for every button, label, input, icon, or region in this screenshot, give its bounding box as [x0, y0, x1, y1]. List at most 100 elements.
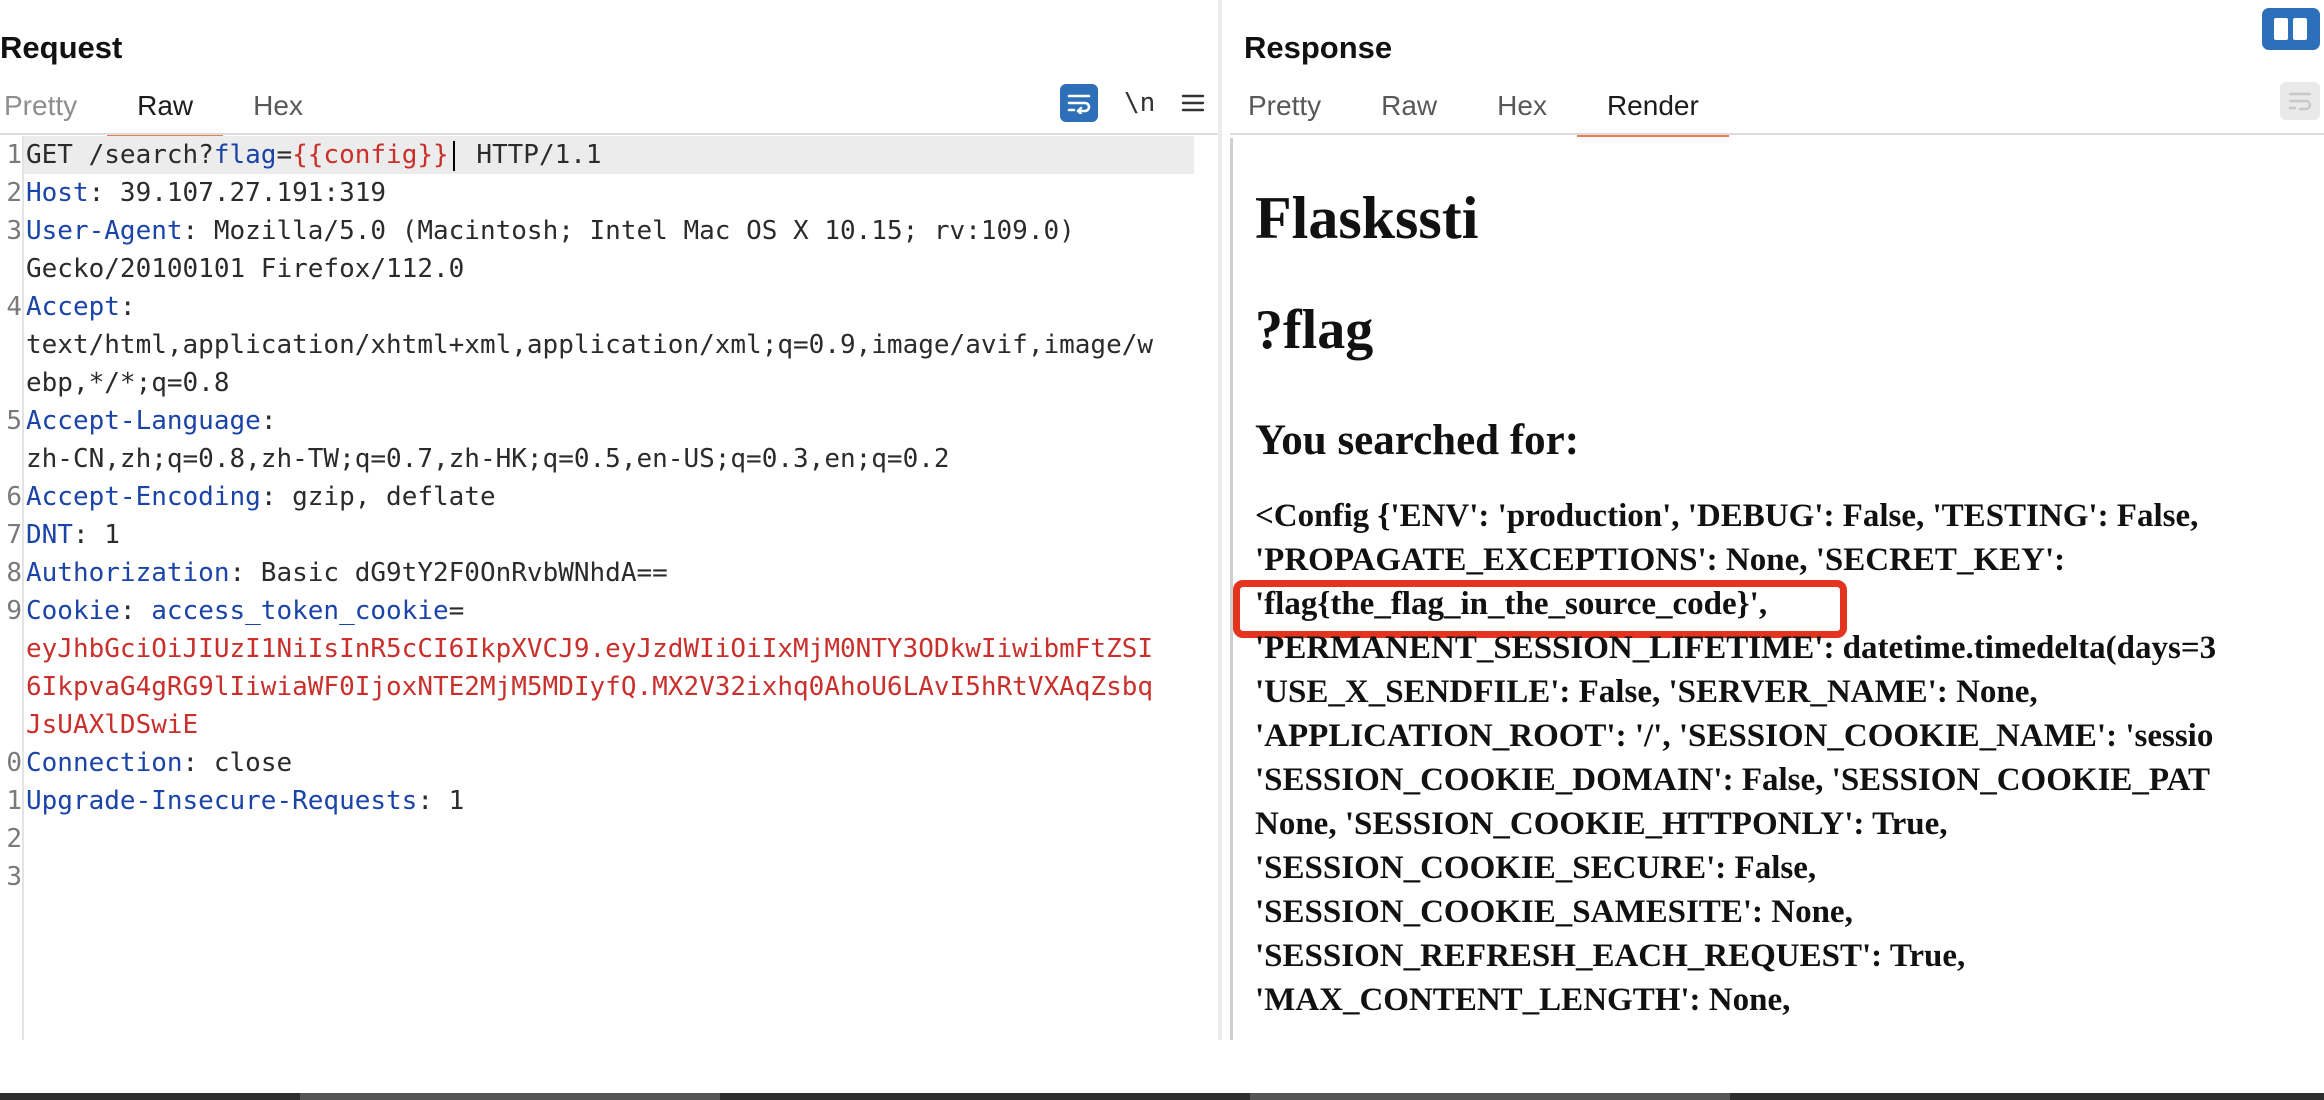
text-wrap-button[interactable]: [1060, 84, 1098, 122]
query-equals: =: [276, 140, 293, 170]
text-wrap-icon: [2288, 92, 2312, 111]
line-number: 7: [6, 520, 22, 550]
code-line: JsUAXlDSwiE: [0, 706, 1218, 744]
response-tab-render[interactable]: Render: [1576, 82, 1729, 137]
request-tab-raw[interactable]: Raw: [107, 82, 224, 137]
cookie-name: access_token_cookie: [151, 596, 449, 626]
code-line: 2: [0, 820, 1218, 858]
code-line: 3: [0, 858, 1218, 896]
header-value: : 39.107.27.191:319: [88, 178, 387, 208]
rendered-heading-2: ?flag: [1255, 299, 1374, 361]
response-tabs-divider: [1230, 133, 2324, 135]
request-tab-pretty[interactable]: Pretty: [0, 82, 107, 134]
line-number: 5: [6, 406, 22, 436]
editor-menu-button[interactable]: [1181, 84, 1205, 122]
header-key: Accept: [26, 292, 120, 322]
code-line: Gecko/20100101 Firefox/112.0: [0, 250, 1218, 288]
header-key: Host: [26, 178, 89, 208]
header-value: : 1: [417, 786, 465, 816]
header-key: Upgrade-Insecure-Requests: [26, 786, 418, 816]
cookie-value: JsUAXlDSwiE: [26, 710, 199, 740]
request-tabs-divider: [0, 133, 1218, 135]
code-line: 4 Accept:: [0, 288, 1218, 326]
rendered-config-line: <Config {'ENV': 'production', 'DEBUG': F…: [1255, 498, 2199, 534]
code-line: 0 Connection: close: [0, 744, 1218, 782]
header-connection: Connection: close: [26, 744, 292, 782]
response-tab-pretty[interactable]: Pretty: [1244, 82, 1351, 134]
rendered-config-line: 'USE_X_SENDFILE': False, 'SERVER_NAME': …: [1255, 674, 2038, 710]
code-line: 6 Accept-Encoding: gzip, deflate: [0, 478, 1218, 516]
rendered-config-line: 'SESSION_COOKIE_DOMAIN': False, 'SESSION…: [1255, 762, 2211, 798]
header-upgrade-insecure: Upgrade-Insecure-Requests: 1: [26, 782, 464, 820]
header-accept-language: Accept-Language:: [26, 402, 276, 440]
code-line: 5 Accept-Language:: [0, 402, 1218, 440]
header-value: : 1: [72, 520, 120, 550]
header-value: : Mozilla/5.0 (Macintosh; Intel Mac OS X…: [182, 216, 1075, 246]
request-tab-hex[interactable]: Hex: [223, 82, 333, 134]
code-line: eyJhbGciOiJIUzI1NiIsInR5cCI6IkpXVCJ9.eyJ…: [0, 630, 1218, 668]
header-value-wrap: zh-CN,zh;q=0.8,zh-TW;q=0.7,zh-HK;q=0.5,e…: [26, 444, 950, 474]
response-tabs: Pretty Raw Hex Render: [1244, 82, 1729, 137]
cookie-value: eyJhbGciOiJIUzI1NiIsInR5cCI6IkpXVCJ9.eyJ…: [26, 634, 1154, 664]
http-version: HTTP/1.1: [460, 140, 602, 170]
header-key: Cookie: [26, 596, 120, 626]
response-tab-raw[interactable]: Raw: [1351, 82, 1467, 134]
rendered-config-line: 'MAX_CONTENT_LENGTH': None,: [1255, 982, 1791, 1018]
rendered-config-line: 'SESSION_COOKIE_SAMESITE': None,: [1255, 894, 1853, 930]
text-wrap-icon: [1067, 94, 1091, 114]
header-cookie: Cookie: access_token_cookie=: [26, 592, 464, 630]
header-value: : Basic dG9tY2F0OnRvbWNhdA==: [229, 558, 668, 588]
response-title: Response: [1244, 30, 1393, 65]
header-value: :: [119, 596, 152, 626]
code-line: zh-CN,zh;q=0.8,zh-TW;q=0.7,zh-HK;q=0.5,e…: [0, 440, 1218, 478]
header-dnt: DNT: 1: [26, 516, 120, 554]
header-key: Connection: [26, 748, 183, 778]
request-tabs: Pretty Raw Hex: [0, 82, 333, 137]
query-param-name: flag: [213, 140, 277, 170]
header-key: Authorization: [26, 558, 230, 588]
line-number: 2: [6, 824, 22, 854]
line-number: 1: [6, 140, 22, 170]
line-number: 9: [6, 596, 22, 626]
rendered-config-line: 'PROPAGATE_EXCEPTIONS': None, 'SECRET_KE…: [1255, 542, 2066, 578]
header-accept-encoding: Accept-Encoding: gzip, deflate: [26, 478, 496, 516]
code-line: 7 DNT: 1: [0, 516, 1218, 554]
layout-toggle-button[interactable]: [2262, 8, 2320, 50]
code-line: 1 GET /search?flag={{config}} HTTP/1.1: [0, 136, 1218, 174]
header-key: Accept-Language: [26, 406, 261, 436]
response-wrap-button[interactable]: [2280, 82, 2320, 120]
header-accept: Accept:: [26, 288, 136, 326]
header-host: Host: 39.107.27.191:319: [26, 174, 386, 212]
rendered-html-view[interactable]: Flaskssti ?flag You searched for: <Confi…: [1230, 138, 2324, 1040]
line-number: 6: [6, 482, 22, 512]
text-caret: [452, 140, 455, 171]
line-number: 8: [6, 558, 22, 588]
show-newlines-button[interactable]: \n: [1124, 84, 1155, 122]
code-line: 9 Cookie: access_token_cookie=: [0, 592, 1218, 630]
rendered-config-line: None, 'SESSION_COOKIE_HTTPONLY': True,: [1255, 806, 1948, 842]
request-title: Request: [0, 30, 123, 65]
header-value: : gzip, deflate: [260, 482, 496, 512]
request-pane: Request Pretty Raw Hex \n 1 GET /search?…: [0, 0, 1218, 1040]
rendered-heading-1: Flaskssti: [1255, 185, 1479, 251]
code-line: text/html,application/xhtml+xml,applicat…: [0, 326, 1218, 364]
header-user-agent: User-Agent: Mozilla/5.0 (Macintosh; Inte…: [26, 212, 1075, 250]
cookie-equals: =: [448, 596, 465, 626]
header-key: User-Agent: [26, 216, 183, 246]
response-tab-hex[interactable]: Hex: [1467, 82, 1577, 134]
header-key: DNT: [26, 520, 73, 550]
request-editor[interactable]: 1 GET /search?flag={{config}} HTTP/1.1 2…: [0, 136, 1218, 1040]
header-value-wrap: ebp,*/*;q=0.8: [26, 368, 230, 398]
header-value-wrap: text/html,application/xhtml+xml,applicat…: [26, 330, 1154, 360]
request-toolbar: \n: [1034, 84, 1205, 122]
header-value-wrap: Gecko/20100101 Firefox/112.0: [26, 254, 465, 284]
rendered-config-line: 'PERMANENT_SESSION_LIFETIME': datetime.t…: [1255, 630, 2217, 666]
line-number: 1: [6, 786, 22, 816]
line-number: 3: [6, 216, 22, 246]
header-value: :: [260, 406, 277, 436]
header-key: Accept-Encoding: [26, 482, 261, 512]
rendered-heading-3: You searched for:: [1255, 417, 1580, 464]
line-number: 3: [6, 862, 22, 892]
code-line: 8 Authorization: Basic dG9tY2F0OnRvbWNhd…: [0, 554, 1218, 592]
hamburger-menu-icon: [1182, 94, 1205, 112]
